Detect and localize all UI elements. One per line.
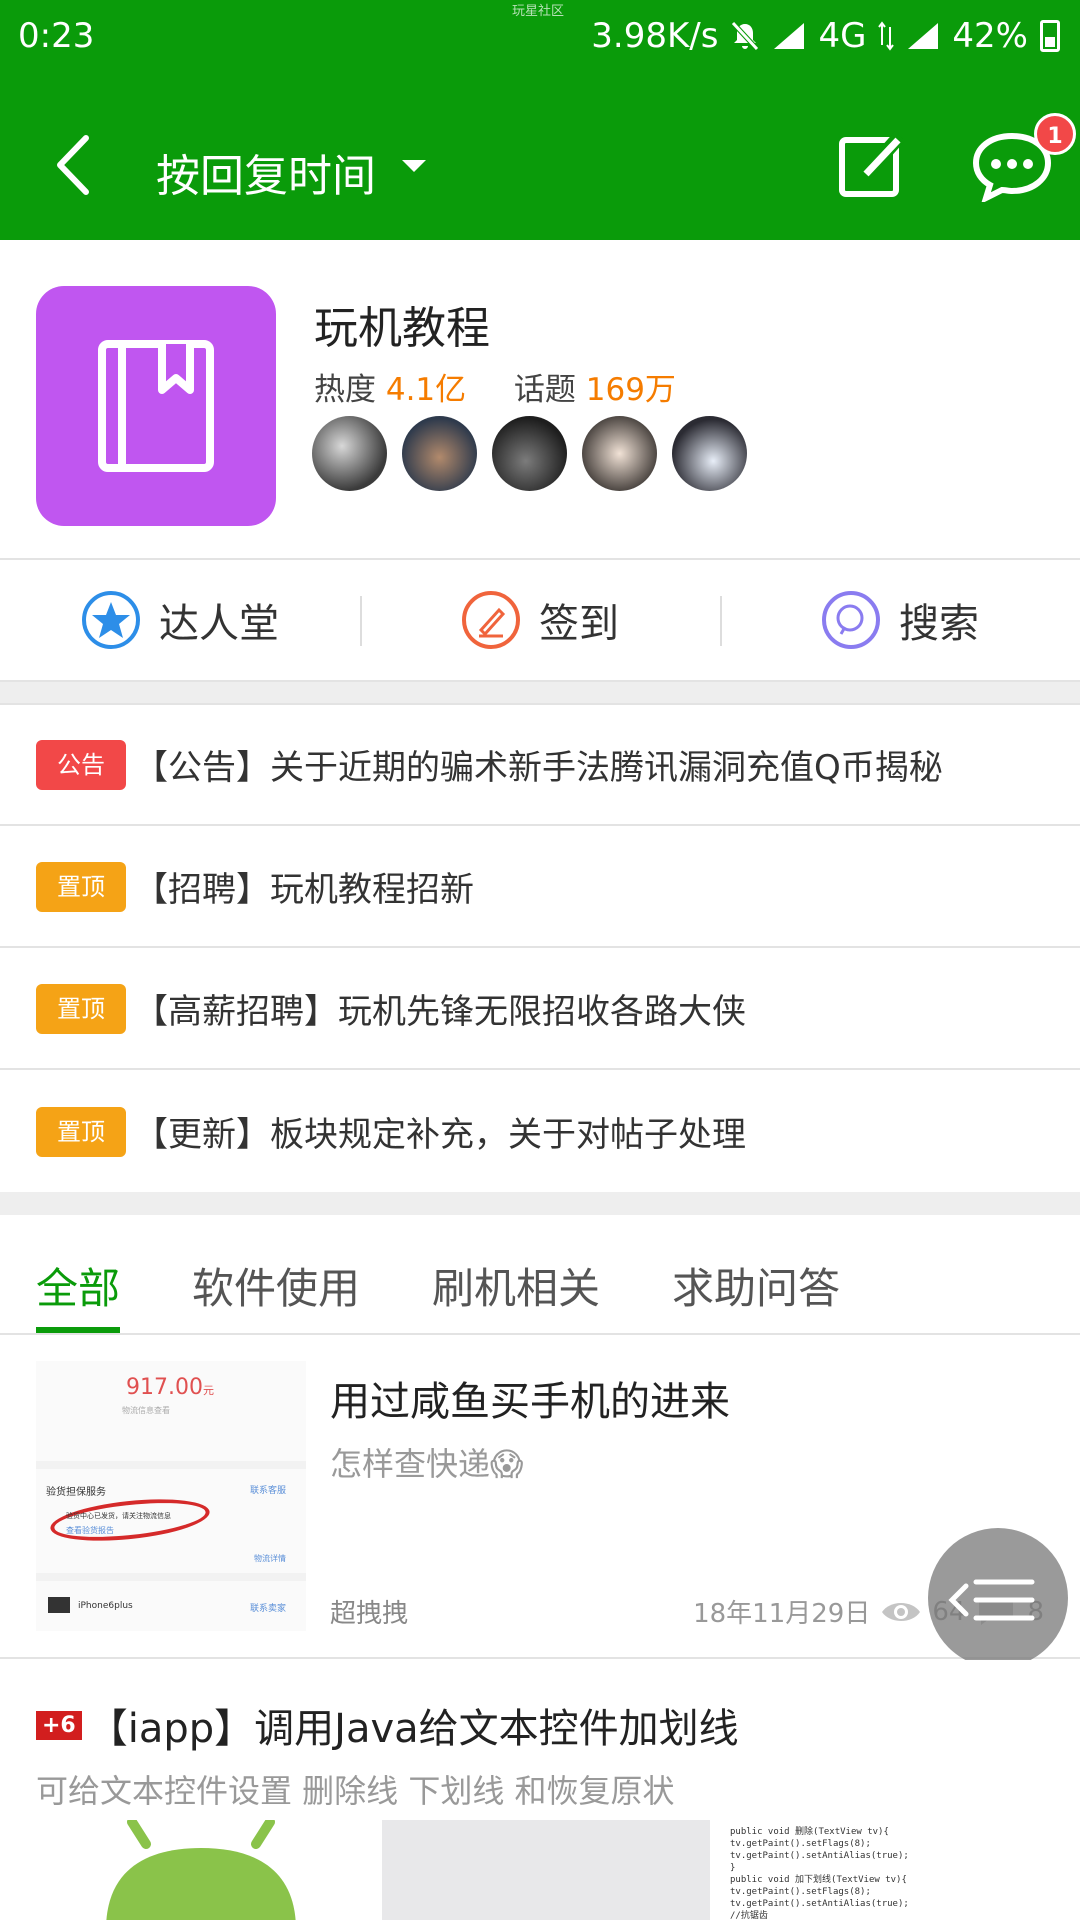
avatar[interactable] <box>492 416 567 491</box>
thumb-logistics: 物流详情 <box>254 1554 286 1563</box>
network-speed: 3.98K/s <box>591 16 719 56</box>
battery-icon <box>1040 20 1060 52</box>
post-item[interactable]: 917.00元 物流信息查看 验货担保服务 联系客服 验货中心已发货，请关注物流… <box>0 1337 1080 1659</box>
data-arrows-icon <box>878 21 895 51</box>
code-line: } <box>730 1863 736 1873</box>
avatar[interactable] <box>402 416 477 491</box>
topics-label: 话题 <box>513 372 576 408</box>
code-line: tv.getPaint().setFlags(8); <box>730 1839 871 1849</box>
post-title-row: +6 【iapp】调用Java给文本控件加划线 <box>36 1696 739 1754</box>
pen-icon <box>462 591 520 649</box>
forum-logo <box>36 286 276 526</box>
score-badge: +6 <box>36 1710 82 1740</box>
thumb-line: 物流信息查看 <box>122 1406 170 1415</box>
thumb-report: 查看验货报告 <box>66 1526 114 1535</box>
code-line: public void 加下划线(TextView tv){ <box>730 1875 907 1885</box>
section-gap <box>0 1192 1080 1215</box>
tab-all[interactable]: 全部 <box>36 1255 120 1316</box>
sort-dropdown[interactable]: 按回复时间 <box>156 140 376 204</box>
thumb-service: 验货担保服务 <box>46 1487 106 1498</box>
post-author[interactable]: 超拽拽 <box>330 1593 408 1630</box>
forum-name: 玩机教程 <box>314 303 490 354</box>
post-thumbnail[interactable]: 917.00元 物流信息查看 验货担保服务 联系客服 验货中心已发货，请关注物流… <box>36 1361 306 1631</box>
thumb-contact: 联系客服 <box>250 1486 287 1496</box>
avatar[interactable] <box>672 416 747 491</box>
code-line: public void 删除(TextView tv){ <box>730 1827 889 1837</box>
search-icon <box>822 591 880 649</box>
quick-actions: 达人堂 签到 搜索 <box>0 560 1080 680</box>
status-watermark: 玩星社区 <box>512 4 565 19</box>
avatar[interactable] <box>312 416 387 491</box>
thumb-price-unit: 元 <box>202 1384 214 1397</box>
compose-icon[interactable] <box>838 130 908 200</box>
avatar[interactable] <box>582 416 657 491</box>
app-bar: 0:23 玩星社区 3.98K/s 4G 42% 按回复时间 1 <box>0 0 1080 240</box>
back-arrow-icon[interactable] <box>48 130 98 200</box>
message-badge: 1 <box>1034 113 1076 155</box>
thumb-product: iPhone6plus <box>78 1601 133 1611</box>
announcement-tag: 公告 <box>36 739 126 790</box>
notice-title: 【高薪招聘】玩机先锋无限招收各路大侠 <box>134 992 746 1032</box>
notice-item[interactable]: 置顶 【招聘】玩机教程招新 <box>0 827 1080 948</box>
code-line: tv.getPaint().setAntiAlias(true); <box>730 1899 909 1909</box>
thumb-notice: 验货中心已发货，请关注物流信息 <box>66 1512 171 1520</box>
post-item[interactable]: +6 【iapp】调用Java给文本控件加划线 可给文本控件设置 删除线 下划线… <box>0 1660 1080 1920</box>
section-gap <box>0 682 1080 704</box>
search-button[interactable]: 搜索 <box>720 560 1080 680</box>
topics-value: 169万 <box>585 372 676 408</box>
eye-icon <box>882 1602 921 1621</box>
forum-stats: 热度 4.1亿 话题 169万 <box>314 364 676 409</box>
notice-item[interactable]: 公告 【公告】关于近期的骗术新手法腾讯漏洞充值Q币揭秘 <box>0 705 1080 826</box>
heat-label: 热度 <box>314 372 376 408</box>
tab-software[interactable]: 软件使用 <box>192 1255 360 1316</box>
battery-level: 42% <box>952 16 1028 56</box>
pinned-tag: 置顶 <box>36 1106 126 1157</box>
android-icon <box>106 1820 296 1920</box>
post-image[interactable] <box>382 1820 710 1920</box>
tab-help[interactable]: 求助问答 <box>672 1255 840 1316</box>
notice-title: 【更新】板块规定补充，关于对帖子处理 <box>134 1115 746 1155</box>
tab-indicator <box>36 1327 120 1333</box>
book-icon <box>98 340 214 472</box>
post-title: 【iapp】调用Java给文本控件加划线 <box>87 1706 739 1752</box>
checkin-button[interactable]: 签到 <box>360 560 720 680</box>
notice-title: 【公告】关于近期的骗术新手法腾讯漏洞充值Q币揭秘 <box>134 748 943 788</box>
thumb-contact-seller: 联系卖家 <box>250 1604 287 1614</box>
code-screenshot[interactable]: public void 删除(TextView tv){ tv.getPaint… <box>730 1820 1050 1920</box>
notice-item[interactable]: 置顶 【更新】板块规定补充，关于对帖子处理 <box>0 1071 1080 1192</box>
checkin-label: 签到 <box>539 601 619 647</box>
thumb-price: 917.00 <box>126 1375 203 1400</box>
code-line: //抗锯齿 <box>730 1911 768 1920</box>
signal-icon <box>774 23 805 49</box>
status-bar: 0:23 玩星社区 3.98K/s 4G 42% <box>0 0 1080 74</box>
category-tabs: 全部 软件使用 刷机相关 求助问答 <box>0 1215 1080 1335</box>
experts-button[interactable]: 达人堂 <box>0 560 360 680</box>
experts-label: 达人堂 <box>159 601 279 647</box>
pinned-tag: 置顶 <box>36 983 126 1034</box>
tab-flashing[interactable]: 刷机相关 <box>432 1255 600 1316</box>
code-line: tv.getPaint().setFlags(8); <box>730 1887 871 1897</box>
mute-icon <box>731 21 760 51</box>
post-summary: 怎样查快递😱 <box>330 1445 524 1483</box>
android-robot-image[interactable] <box>36 1820 366 1920</box>
pinned-tag: 置顶 <box>36 861 126 912</box>
status-icons: 3.98K/s 4G 42% <box>591 16 1060 56</box>
post-title: 用过咸鱼买手机的进来 <box>330 1379 730 1425</box>
menu-collapse-icon <box>948 1579 1035 1621</box>
floating-menu-button[interactable] <box>928 1528 1068 1668</box>
caret-down-icon[interactable] <box>402 160 426 172</box>
member-avatars <box>312 416 747 491</box>
notice-title: 【招聘】玩机教程招新 <box>134 870 474 910</box>
code-line: tv.getPaint().setAntiAlias(true); <box>730 1851 909 1861</box>
post-summary: 可给文本控件设置 删除线 下划线 和恢复原状 <box>36 1772 675 1810</box>
post-date: 18年11月29日 <box>693 1599 871 1629</box>
star-badge-icon <box>82 591 140 649</box>
notice-item[interactable]: 置顶 【高薪招聘】玩机先锋无限招收各路大侠 <box>0 949 1080 1070</box>
network-type: 4G <box>818 16 867 56</box>
status-time: 0:23 <box>18 16 95 56</box>
forum-header: 玩机教程 热度 4.1亿 话题 169万 <box>0 240 1080 558</box>
heat-value: 4.1亿 <box>385 372 467 408</box>
search-label: 搜索 <box>899 601 979 647</box>
signal-icon-2 <box>908 23 939 49</box>
